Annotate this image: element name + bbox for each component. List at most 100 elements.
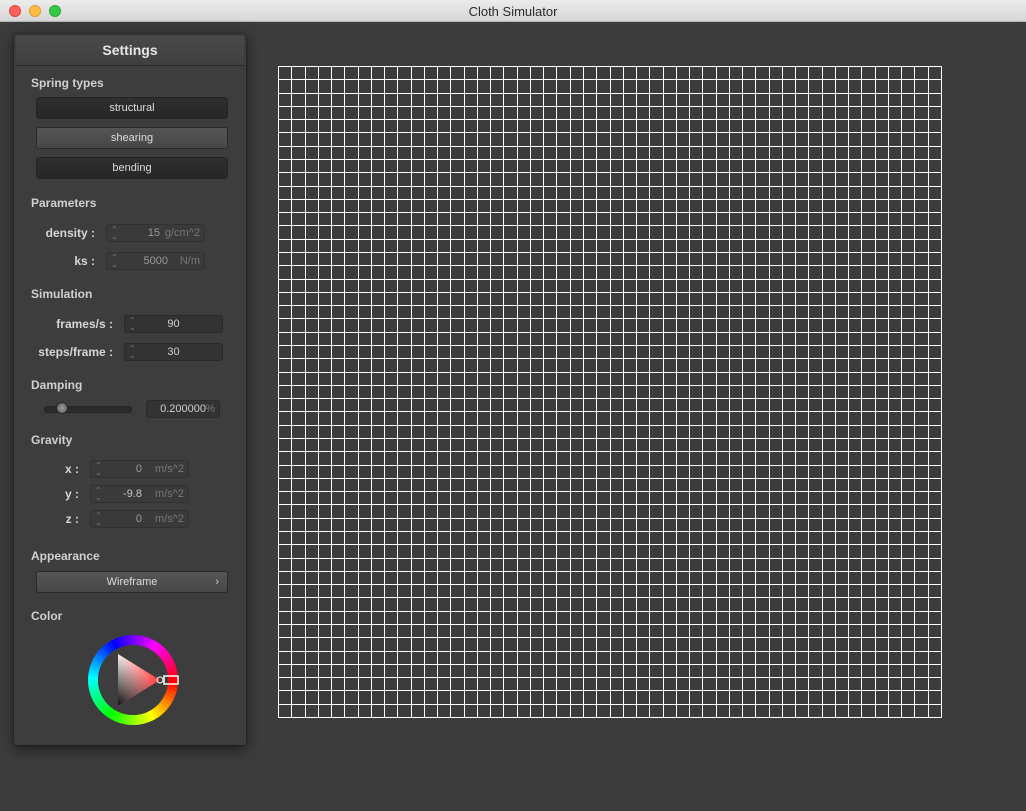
hue-ring-segment[interactable] — [90, 691, 102, 700]
hue-ring-segment[interactable] — [144, 711, 153, 723]
hue-ring-segment[interactable] — [153, 643, 163, 654]
hue-ring-segment[interactable] — [88, 671, 99, 678]
hue-ring-segment[interactable] — [117, 636, 125, 648]
steps-per-frame-value: 30 — [167, 346, 180, 358]
hue-ring-segment[interactable] — [144, 637, 153, 649]
hue-ring-segment[interactable] — [147, 639, 157, 650]
hue-ring-segment[interactable] — [103, 706, 113, 717]
hue-ring-segment[interactable] — [163, 694, 174, 704]
chevron-right-icon: › — [215, 576, 219, 588]
hue-ring-segment[interactable] — [163, 657, 175, 666]
hue-ring-segment[interactable] — [91, 694, 103, 703]
cloth-viewport[interactable] — [278, 66, 942, 718]
hue-ring-segment[interactable] — [166, 686, 178, 693]
parameters-heading: Parameters — [31, 196, 97, 210]
frames-per-second-input[interactable]: ⌃ ⌄ 90 — [124, 315, 223, 333]
steps-per-frame-input[interactable]: ⌃ ⌄ 30 — [124, 343, 223, 361]
density-value: 15 — [147, 227, 160, 239]
hue-ring-segment[interactable] — [157, 702, 168, 713]
steps-per-frame-label: steps/frame : — [38, 345, 113, 359]
structural-button[interactable]: structural — [36, 97, 228, 119]
density-label: density : — [45, 226, 95, 240]
settings-panel: Settings Spring types structural shearin… — [14, 34, 246, 745]
spinner-arrows-icon[interactable]: ⌃ ⌄ — [95, 512, 102, 527]
hue-ring-segment[interactable] — [93, 697, 105, 706]
hue-ring-segment[interactable] — [110, 638, 119, 650]
hue-ring-segment[interactable] — [141, 712, 149, 724]
hue-ring-segment[interactable] — [100, 704, 111, 715]
hue-ring-segment[interactable] — [142, 636, 149, 648]
window-title: Cloth Simulator — [468, 4, 558, 19]
ks-input[interactable]: ⌃ ⌄ 5000 N/m — [106, 252, 205, 270]
gravity-x-label: x : — [64, 462, 79, 476]
damping-unit: % — [205, 403, 215, 415]
color-wheel[interactable] — [86, 634, 182, 730]
gravity-y-label: y : — [64, 487, 79, 501]
appearance-selected-value: Wireframe — [106, 576, 158, 588]
hue-ring-segment[interactable] — [150, 641, 160, 652]
hue-ring-segment[interactable] — [89, 664, 101, 671]
hue-ring-segment[interactable] — [98, 647, 109, 658]
hue-ring-segment[interactable] — [113, 711, 122, 723]
hue-ring-segment[interactable] — [89, 688, 101, 696]
hue-ring-segment[interactable] — [98, 702, 109, 712]
hue-ring-segment[interactable] — [147, 710, 156, 722]
hue-ring-segment[interactable] — [155, 645, 166, 656]
hue-ring-segment[interactable] — [164, 660, 176, 669]
hue-ring-segment[interactable] — [96, 650, 107, 660]
hue-ring-segment[interactable] — [95, 699, 107, 709]
hue-ring-segment[interactable] — [159, 700, 170, 710]
gravity-z-unit: m/s^2 — [155, 513, 184, 525]
gravity-z-input[interactable]: ⌃ ⌄ 0 m/s^2 — [90, 510, 189, 528]
hue-ring-segment[interactable] — [165, 664, 177, 672]
hue-ring-segment[interactable] — [152, 706, 162, 718]
spinner-arrows-icon[interactable]: ⌃ ⌄ — [95, 487, 102, 502]
gravity-y-value: -9.8 — [123, 488, 142, 500]
gravity-z-label: z : — [65, 512, 79, 526]
hue-ring-segment[interactable] — [90, 660, 102, 669]
hue-ring-segment[interactable] — [164, 691, 176, 700]
hue-ring-segment[interactable] — [135, 635, 142, 646]
shearing-button[interactable]: shearing — [36, 127, 228, 149]
hue-ring-segment[interactable] — [94, 653, 105, 663]
hue-ring-segment[interactable] — [104, 642, 114, 654]
spinner-arrows-icon[interactable]: ⌃ ⌄ — [111, 226, 118, 241]
gravity-x-unit: m/s^2 — [155, 463, 184, 475]
hue-ring-segment[interactable] — [92, 656, 103, 666]
damping-value: 0.200000 — [160, 403, 206, 415]
hue-ring-segment[interactable] — [159, 651, 171, 661]
hue-ring-segment[interactable] — [88, 685, 100, 692]
hue-ring-segment[interactable] — [155, 704, 165, 715]
hue-ring-segment[interactable] — [117, 712, 124, 724]
hue-ring-segment[interactable] — [107, 640, 116, 652]
settings-panel-title[interactable]: Settings — [16, 36, 244, 66]
frames-per-second-label: frames/s : — [56, 317, 113, 331]
hue-ring-segment[interactable] — [139, 635, 146, 647]
hue-ring-segment[interactable] — [157, 648, 168, 658]
hue-ring-segment[interactable] — [106, 708, 116, 719]
spinner-arrows-icon[interactable]: ⌃ ⌄ — [95, 462, 102, 477]
bending-button[interactable]: bending — [36, 157, 228, 179]
density-input[interactable]: ⌃ ⌄ 15 g/cm^2 — [106, 224, 205, 242]
gravity-x-input[interactable]: ⌃ ⌄ 0 m/s^2 — [90, 460, 189, 478]
spinner-arrows-icon[interactable]: ⌃ ⌄ — [111, 254, 118, 269]
damping-heading: Damping — [31, 378, 83, 392]
hue-ring-segment[interactable] — [161, 697, 172, 707]
hue-ring-segment[interactable] — [161, 654, 173, 663]
hue-ring-segment[interactable] — [109, 710, 119, 721]
hue-ring-segment[interactable] — [121, 635, 128, 647]
hue-ring-segment[interactable] — [150, 708, 159, 720]
hue-ring-segment[interactable] — [113, 637, 122, 649]
hue-ring-segment[interactable] — [88, 667, 100, 674]
damping-input[interactable]: 0.200000 % — [146, 400, 220, 418]
gravity-z-value: 0 — [135, 513, 142, 525]
hue-ring-segment[interactable] — [165, 689, 177, 696]
title-bar: Cloth Simulator — [0, 0, 1026, 22]
appearance-dropdown[interactable]: Wireframe › — [36, 571, 228, 593]
gravity-y-input[interactable]: ⌃ ⌄ -9.8 m/s^2 — [90, 485, 189, 503]
hue-ring-segment[interactable] — [120, 713, 127, 725]
hue-ring-segment[interactable] — [138, 713, 145, 725]
hue-ring-segment[interactable] — [166, 668, 178, 675]
hue-ring-segment[interactable] — [101, 645, 111, 656]
hue-ring-segment[interactable] — [124, 714, 131, 725]
